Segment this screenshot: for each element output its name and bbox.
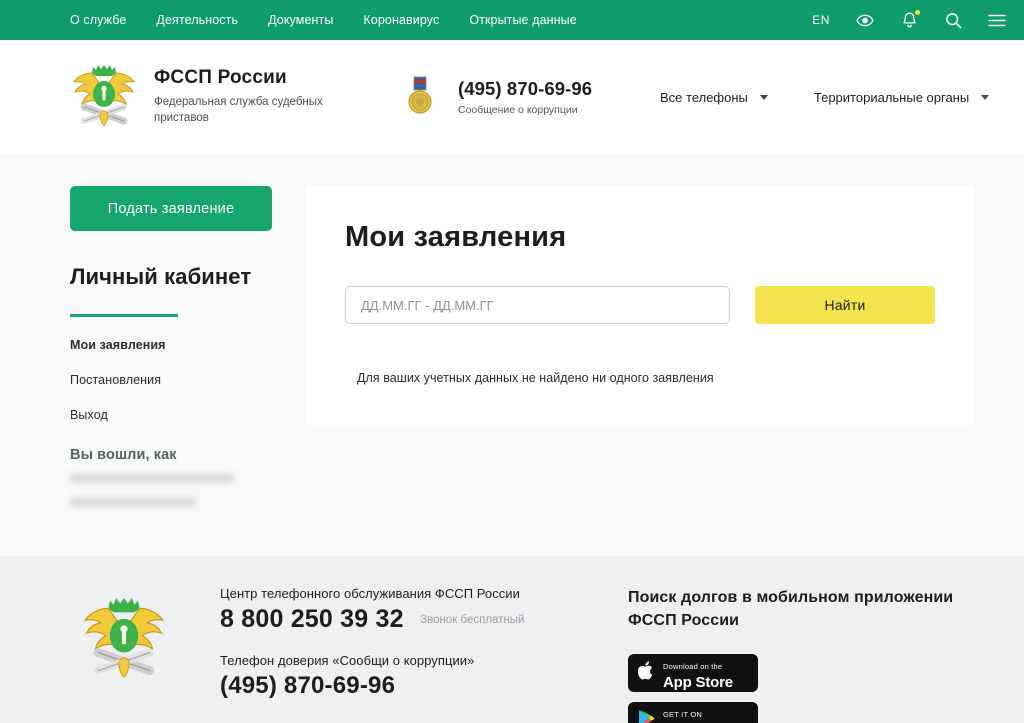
sidebar-item-decrees[interactable]: Постановления	[70, 373, 275, 387]
footer-logo	[70, 584, 220, 723]
bell-icon[interactable]	[900, 10, 920, 29]
sidebar-item-logout[interactable]: Выход	[70, 408, 275, 422]
date-range-input[interactable]	[345, 286, 730, 324]
nav-link-activity[interactable]: Деятельность	[156, 13, 238, 27]
app-store-badge-text: Download on the App Store	[663, 656, 733, 691]
apps-title: Поиск долгов в мобильном приложении ФССП…	[628, 589, 954, 630]
search-row: Найти	[345, 286, 935, 324]
sidebar-title: Личный кабинет	[70, 264, 252, 289]
apple-icon	[637, 660, 655, 686]
nav-link-about[interactable]: О службе	[70, 13, 126, 27]
chevron-down-icon	[981, 94, 990, 100]
app-store-badge-top-text: Download on the	[663, 661, 723, 671]
bell-notification-dot	[915, 10, 920, 15]
nav-link-documents[interactable]: Документы	[268, 13, 333, 27]
brand-subtitle: Федеральная служба судебных приставов	[154, 95, 323, 125]
dropdown-territorial-bodies-label: Территориальные органы	[813, 89, 970, 105]
call-center-phone-row: 8 800 250 39 32 Звонок бесплатный	[220, 601, 610, 634]
submit-application-button[interactable]: Подать заявление	[70, 186, 272, 231]
logged-in-label: Вы вошли, как	[70, 447, 177, 463]
site-footer: Центр телефонного обслуживания ФССП Росс…	[0, 556, 1024, 723]
header-phone-number[interactable]: (495) 870-69-96	[458, 78, 648, 100]
fssp-eagle-emblem-icon	[80, 590, 168, 723]
applications-card: Мои заявления Найти Для ваших учетных да…	[305, 186, 975, 425]
sidebar-nav: Мои заявления Постановления Выход	[70, 338, 275, 422]
chevron-down-icon	[759, 94, 768, 100]
hotline-phone[interactable]: (495) 870-69-96	[220, 672, 395, 700]
sidebar-item-my-applications[interactable]: Мои заявления	[70, 338, 275, 352]
site-header: ФССП России Федеральная служба судебных …	[0, 40, 1024, 154]
brand-block[interactable]: ФССП России Федеральная служба судебных …	[70, 59, 390, 136]
page-body: Подать заявление Личный кабинет Мои заяв…	[0, 154, 1024, 556]
google-play-badge[interactable]: GET IT ON Google Play	[628, 702, 758, 723]
header-dropdowns: Все телефоны Территориальные органы	[660, 89, 990, 105]
sidebar-divider	[70, 314, 178, 317]
brand-title: ФССП России	[154, 66, 287, 88]
hotline-label: Телефон доверия «Сообщи о коррупции»	[220, 653, 475, 668]
user-name-redacted-line-1	[70, 473, 234, 484]
google-play-badge-top-text: GET IT ON	[663, 709, 703, 719]
sidebar: Подать заявление Личный кабинет Мои заяв…	[70, 186, 275, 508]
nav-link-coronavirus[interactable]: Коронавирус	[363, 13, 439, 27]
brand-text: ФССП России Федеральная служба судебных …	[154, 67, 324, 127]
google-play-icon	[638, 709, 655, 723]
top-nav-tools: EN	[812, 10, 1006, 29]
call-center-note: Звонок бесплатный	[420, 614, 525, 626]
user-name-redacted-line-2	[70, 497, 196, 508]
find-button[interactable]: Найти	[755, 286, 935, 324]
app-store-badge[interactable]: Download on the App Store	[628, 654, 758, 693]
call-center-phone[interactable]: 8 800 250 39 32	[220, 605, 404, 634]
dropdown-territorial-bodies[interactable]: Территориальные органы	[813, 89, 990, 105]
header-phone-caption: Сообщение о коррупции	[458, 104, 578, 116]
footer-apps: Поиск долгов в мобильном приложении ФССП…	[610, 584, 1006, 723]
call-center-label: Центр телефонного обслуживания ФССП Росс…	[220, 586, 520, 601]
empty-results-message: Для ваших учетных данных не найдено ни о…	[357, 371, 714, 385]
top-navigation-bar: О службе Деятельность Документы Коронави…	[0, 0, 1024, 40]
top-nav-links: О службе Деятельность Документы Коронави…	[70, 13, 812, 27]
header-phone-block: (495) 870-69-96 Сообщение о коррупции	[458, 78, 648, 116]
footer-contacts: Центр телефонного обслуживания ФССП Росс…	[220, 584, 610, 723]
google-play-badge-text: GET IT ON Google Play	[663, 704, 748, 723]
dropdown-all-phones[interactable]: Все телефоны	[660, 90, 768, 105]
medal-icon[interactable]	[390, 75, 450, 119]
hamburger-menu-icon[interactable]	[988, 11, 1006, 29]
eye-icon[interactable]	[856, 11, 874, 29]
dropdown-all-phones-label: Все телефоны	[660, 89, 748, 105]
page-title: Мои заявления	[345, 221, 567, 253]
search-icon[interactable]	[944, 11, 962, 29]
fssp-eagle-emblem-icon	[70, 59, 138, 136]
nav-link-open-data[interactable]: Открытые данные	[469, 13, 576, 27]
language-switcher[interactable]: EN	[812, 13, 830, 27]
app-store-badge-bottom-text: App Store	[663, 673, 733, 691]
